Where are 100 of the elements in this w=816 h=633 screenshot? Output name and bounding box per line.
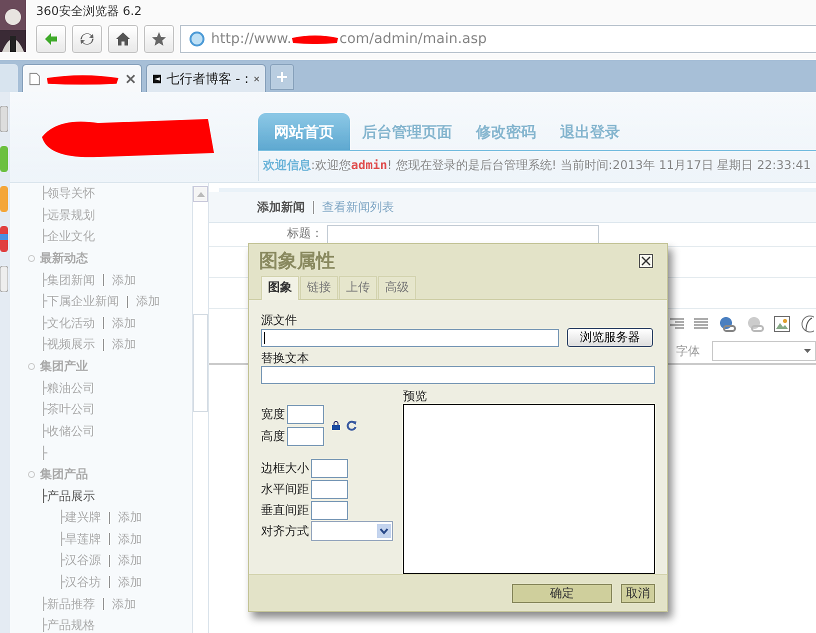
window-title: 360安全浏览器 6.2 [36, 4, 142, 18]
home-button[interactable] [108, 25, 138, 53]
field-label: 标题： [287, 225, 323, 242]
dialog-tab[interactable]: 高级 [378, 276, 416, 299]
side-panel-icon[interactable] [0, 266, 8, 292]
add-link[interactable]: 添加 [118, 552, 142, 570]
ok-button[interactable]: 确定 [512, 584, 612, 602]
align-right-icon[interactable] [670, 318, 684, 330]
redaction-mark [291, 33, 340, 45]
spacing-field[interactable] [311, 480, 348, 498]
spacing-field[interactable] [311, 500, 348, 520]
cancel-button[interactable]: 取消 [621, 584, 655, 602]
browser-tab[interactable]: 七行者博客 - : [146, 64, 266, 92]
back-button[interactable] [36, 25, 66, 53]
circle-icon [28, 363, 35, 370]
nav-tab[interactable]: 退出登录 [548, 123, 632, 150]
new-tab-button[interactable] [270, 64, 294, 90]
nav-tab[interactable]: 修改密码 [464, 123, 548, 150]
back-arrow-icon [43, 31, 59, 47]
browse-server-button[interactable]: 浏览服务器 [567, 328, 653, 347]
menu-item[interactable]: ├ [40, 446, 48, 460]
circle-icon [28, 471, 35, 478]
field-label: 预览 [403, 388, 428, 404]
field-label: 替换文本 [261, 350, 310, 366]
up-arrow-icon [196, 192, 204, 196]
field-label: 边框大小 [261, 460, 309, 476]
menu-item[interactable]: ├产品展示 [40, 488, 96, 505]
menu-item[interactable]: ├汉谷坊 [58, 574, 102, 591]
menu-item[interactable]: ├新品推荐 [40, 596, 96, 613]
alt-text-field[interactable] [261, 366, 655, 384]
field-label: 高度 [261, 428, 285, 444]
menu-item[interactable]: ├产品规格 [40, 617, 96, 633]
add-link[interactable]: 添加 [112, 314, 136, 332]
news-list-link[interactable]: 查看新闻列表 [322, 198, 394, 216]
dialog-tab[interactable]: 图象 [261, 276, 299, 300]
favorite-button[interactable] [144, 25, 174, 53]
close-icon[interactable] [126, 74, 135, 84]
unlink-icon[interactable] [746, 315, 764, 333]
scrollbar[interactable] [192, 186, 208, 633]
section-heading: 最新动态 [40, 250, 88, 268]
menu-item[interactable]: ├粮油公司 [40, 380, 96, 397]
close-icon[interactable] [639, 254, 653, 268]
globe-icon [189, 31, 205, 47]
dialog-tab[interactable]: 上传 [339, 276, 377, 299]
document-icon [29, 72, 40, 86]
justify-icon[interactable] [694, 318, 708, 330]
link-icon[interactable] [718, 315, 736, 333]
plus-icon [276, 71, 288, 83]
nav-tab[interactable]: 后台管理页面 [350, 123, 464, 150]
menu-item[interactable]: ├旱莲牌 [58, 530, 102, 548]
side-panel-icon[interactable] [0, 226, 8, 252]
nav-tab[interactable]: 网站首页 [258, 113, 350, 150]
font-select[interactable] [712, 341, 816, 361]
image-icon[interactable] [774, 316, 790, 332]
menu-item[interactable]: ├文化活动 [40, 314, 96, 332]
add-link[interactable]: 添加 [118, 574, 142, 591]
reset-icon[interactable] [346, 420, 357, 430]
lock-icon[interactable] [332, 420, 340, 430]
browser-tab[interactable] [22, 64, 142, 92]
circle-icon [28, 255, 35, 262]
menu-item[interactable]: ├下属企业新闻 [40, 293, 120, 310]
refresh-button[interactable] [72, 25, 102, 53]
address-bar[interactable]: http://www. com/admin/main.asp [180, 25, 816, 53]
add-link[interactable]: 添加 [118, 509, 142, 526]
side-panel-icon[interactable] [0, 106, 8, 132]
field-label: 源文件 [261, 312, 298, 328]
add-link[interactable]: 添加 [118, 530, 142, 548]
menu-item[interactable]: ├企业文化 [40, 228, 96, 246]
add-link[interactable]: 添加 [112, 336, 136, 354]
spacing-field[interactable] [311, 458, 348, 478]
field-label: 垂直间距 [261, 502, 309, 518]
flash-icon[interactable] [800, 315, 814, 333]
home-icon [115, 31, 131, 47]
add-link[interactable]: 添加 [112, 596, 136, 613]
menu-item[interactable]: ├集团新闻 [40, 272, 96, 289]
size-field[interactable] [287, 426, 324, 446]
add-link[interactable]: 添加 [136, 293, 160, 310]
dialog-tab[interactable]: 链接 [300, 276, 338, 299]
field-label: 水平间距 [261, 480, 309, 498]
menu-item[interactable]: ├建兴牌 [58, 509, 102, 526]
scrollbar-thumb[interactable] [193, 314, 208, 412]
field-label: 对齐方式 [261, 522, 309, 540]
align-select[interactable] [311, 521, 393, 541]
menu-item[interactable]: ├茶叶公司 [40, 401, 96, 418]
side-panel-icon[interactable] [0, 186, 8, 212]
menu-item[interactable]: ├收储公司 [40, 422, 96, 440]
menu-item[interactable]: ├汉谷源 [58, 552, 102, 570]
menu-item[interactable]: ├领导关怀 [40, 185, 96, 202]
dialog-title: 图象属性 [259, 249, 335, 274]
field-label: 宽度 [261, 406, 285, 422]
add-link[interactable]: 添加 [112, 272, 136, 289]
font-label: 字体 [676, 342, 700, 360]
source-field[interactable] [261, 328, 559, 346]
size-field[interactable] [287, 404, 324, 424]
section-title: 添加新闻 [257, 198, 305, 216]
dropdown-arrow-icon [804, 349, 811, 353]
section-heading: 集团产业 [40, 358, 88, 376]
side-panel-icon[interactable] [0, 146, 8, 172]
menu-item[interactable]: ├视频展示 [40, 336, 96, 354]
menu-item[interactable]: ├远景规划 [40, 206, 96, 224]
